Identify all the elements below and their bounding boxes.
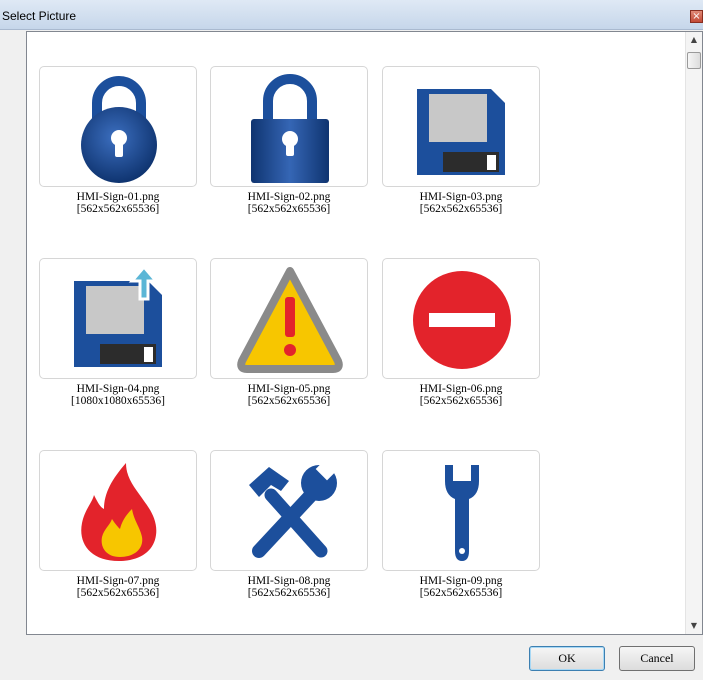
scroll-thumb[interactable] [687,52,701,69]
no-entry-icon [413,271,511,369]
vertical-scrollbar[interactable]: ▲ ▼ [685,32,702,634]
picture-thumbnail[interactable] [39,258,197,379]
picture-filename: HMI-Sign-08.png [247,575,331,587]
warning-triangle-icon [237,267,343,373]
padlock-square-icon [251,74,329,183]
picture-dimensions: [562x562x65536] [419,203,503,215]
close-icon[interactable]: × [690,10,703,23]
picture-tile-04[interactable]: HMI-Sign-04.png [1080x1080x65536] [39,258,199,419]
fire-icon [81,463,157,561]
picture-filename: HMI-Sign-09.png [419,575,503,587]
picture-dimensions: [562x562x65536] [76,203,160,215]
picture-thumbnail[interactable] [210,450,368,571]
title-bar[interactable]: Select Picture × [0,0,703,30]
picture-caption: HMI-Sign-07.png [562x562x65536] [39,575,197,599]
ok-button[interactable]: OK [529,646,605,671]
picture-tile-07[interactable]: HMI-Sign-07.png [562x562x65536] [39,450,199,611]
picture-filename: HMI-Sign-07.png [76,575,160,587]
picture-dimensions: [562x562x65536] [247,395,331,407]
tools-icon [249,457,339,558]
picture-dimensions: [562x562x65536] [76,587,160,599]
select-picture-dialog: Select Picture × HMI-Sign-01.png [562x56… [0,0,703,680]
picture-caption: HMI-Sign-09.png [562x562x65536] [382,575,540,599]
picture-tile-08[interactable]: HMI-Sign-08.png [562x562x65536] [210,450,370,611]
scroll-down-icon[interactable]: ▼ [686,618,702,634]
wrench-icon [445,465,479,561]
picture-dimensions: [562x562x65536] [419,587,503,599]
picture-dimensions: [562x562x65536] [247,587,331,599]
picture-dimensions: [1080x1080x65536] [71,395,165,407]
picture-caption: HMI-Sign-01.png [562x562x65536] [39,191,197,215]
picture-tile-02[interactable]: HMI-Sign-02.png [562x562x65536] [210,66,370,227]
picture-filename: HMI-Sign-05.png [247,383,331,395]
picture-caption: HMI-Sign-05.png [562x562x65536] [210,383,368,407]
floppy-disk-icon [417,89,505,175]
picture-caption: HMI-Sign-03.png [562x562x65536] [382,191,540,215]
floppy-upload-icon [74,264,162,367]
picture-caption: HMI-Sign-08.png [562x562x65536] [210,575,368,599]
picture-dimensions: [562x562x65536] [247,203,331,215]
picture-thumbnail[interactable] [210,258,368,379]
picture-thumbnail[interactable] [39,450,197,571]
picture-tile-09[interactable]: HMI-Sign-09.png [562x562x65536] [382,450,542,611]
window-left-edge [0,30,21,680]
cancel-button[interactable]: Cancel [619,646,695,671]
picture-filename: HMI-Sign-04.png [76,383,160,395]
picture-thumbnail[interactable] [382,450,540,571]
picture-grid: HMI-Sign-01.png [562x562x65536] HMI-Sign… [27,32,687,634]
padlock-round-icon [81,76,157,183]
picture-tile-01[interactable]: HMI-Sign-01.png [562x562x65536] [39,66,199,227]
picture-thumbnail[interactable] [210,66,368,187]
picture-filename: HMI-Sign-06.png [419,383,503,395]
picture-dimensions: [562x562x65536] [419,395,503,407]
picture-tile-06[interactable]: HMI-Sign-06.png [562x562x65536] [382,258,542,419]
picture-tile-05[interactable]: HMI-Sign-05.png [562x562x65536] [210,258,370,419]
picture-caption: HMI-Sign-04.png [1080x1080x65536] [39,383,197,407]
dialog-footer: OK Cancel [0,636,703,680]
dialog-title: Select Picture [2,9,77,23]
picture-list[interactable]: HMI-Sign-01.png [562x562x65536] HMI-Sign… [26,31,703,635]
picture-thumbnail[interactable] [382,66,540,187]
picture-filename: HMI-Sign-02.png [247,191,331,203]
picture-caption: HMI-Sign-06.png [562x562x65536] [382,383,540,407]
picture-filename: HMI-Sign-03.png [419,191,503,203]
picture-thumbnail[interactable] [382,258,540,379]
picture-filename: HMI-Sign-01.png [76,191,160,203]
picture-caption: HMI-Sign-02.png [562x562x65536] [210,191,368,215]
picture-tile-03[interactable]: HMI-Sign-03.png [562x562x65536] [382,66,542,227]
picture-thumbnail[interactable] [39,66,197,187]
scroll-up-icon[interactable]: ▲ [686,32,702,48]
